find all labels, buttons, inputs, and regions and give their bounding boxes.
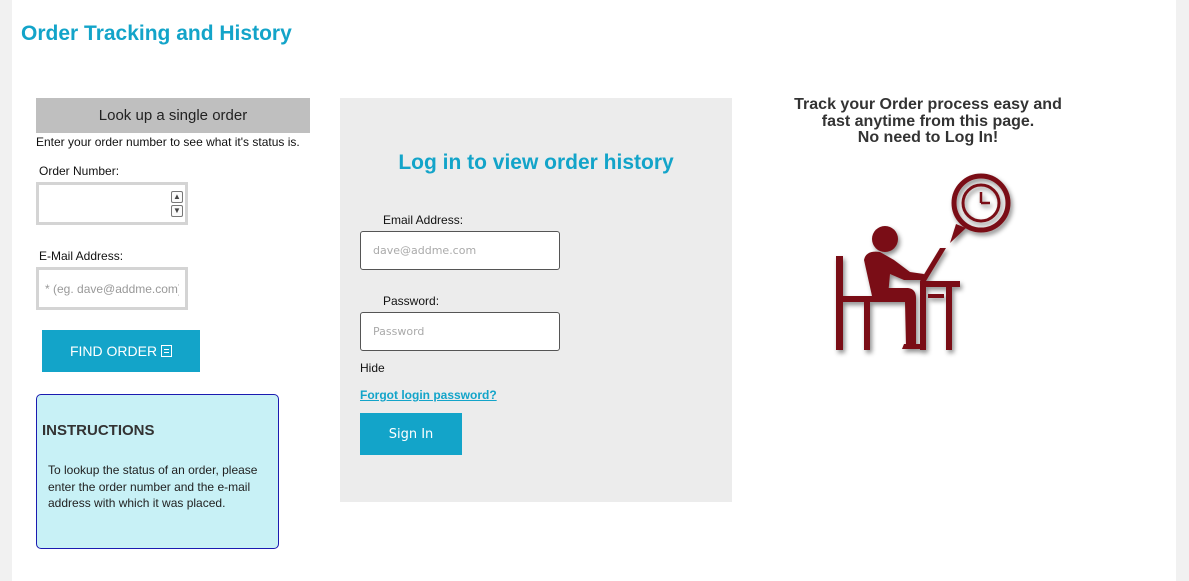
order-number-stepper[interactable]: ▲ ▼	[171, 191, 183, 217]
list-icon	[161, 345, 173, 357]
stepper-down-icon[interactable]: ▼	[171, 205, 183, 217]
login-password-input[interactable]	[360, 312, 560, 351]
instructions-title: INSTRUCTIONS	[42, 422, 155, 439]
stepper-up-icon[interactable]: ▲	[171, 191, 183, 203]
instructions-box: INSTRUCTIONS To lookup the status of an …	[36, 394, 279, 549]
login-panel: Log in to view order history Email Addre…	[340, 98, 732, 502]
sign-in-button[interactable]: Sign In	[360, 413, 462, 455]
lookup-header: Look up a single order	[36, 98, 310, 133]
login-password-label: Password:	[383, 294, 440, 308]
order-number-input[interactable]	[36, 182, 188, 225]
login-email-label: Email Address:	[383, 213, 464, 227]
find-order-button[interactable]: FIND ORDER	[42, 330, 200, 372]
email-label: E-Mail Address:	[39, 249, 124, 263]
find-order-label: FIND ORDER	[69, 343, 158, 359]
lookup-email-input[interactable]	[36, 267, 188, 310]
promo-text: Track your Order process easy and fast a…	[780, 96, 1076, 147]
login-email-input[interactable]	[360, 231, 560, 270]
instructions-body: To lookup the status of an order, please…	[48, 463, 258, 510]
lookup-description: Enter your order number to see what it's…	[36, 135, 300, 149]
promo-line-2: fast anytime from this page.	[821, 112, 1035, 130]
hide-password-toggle[interactable]: Hide	[360, 361, 385, 375]
person-at-laptop-clock-icon	[836, 173, 1011, 350]
promo-line-1: Track your Order process easy and	[794, 96, 1062, 113]
order-number-label: Order Number:	[39, 164, 120, 178]
login-title: Log in to view order history	[398, 151, 674, 174]
promo-line-3: No need to Log In!	[857, 129, 999, 146]
forgot-password-link[interactable]: Forgot login password?	[360, 388, 497, 402]
page-title: Order Tracking and History	[21, 22, 292, 45]
